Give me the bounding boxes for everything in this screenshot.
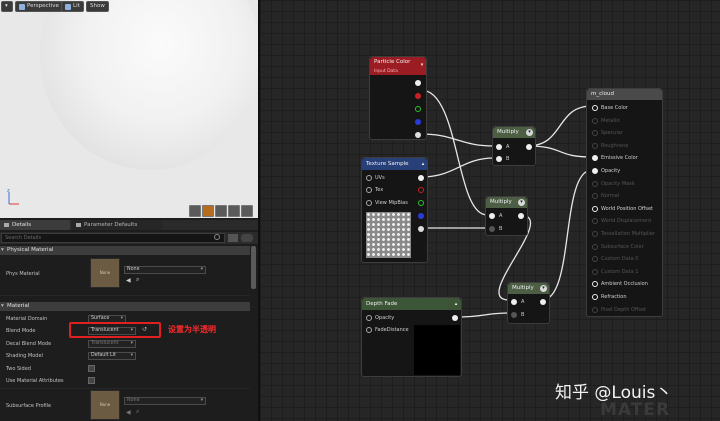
texture-preview-thumbnail xyxy=(366,212,411,258)
wire-multiply3-to-opacity xyxy=(541,169,593,301)
rgb-output-pin[interactable] xyxy=(418,175,424,181)
result-input-pin[interactable] xyxy=(592,268,598,275)
result-node-title: m_cloud xyxy=(587,89,662,100)
result-input-pin[interactable] xyxy=(592,306,598,313)
wire-texture-to-multiply1-b xyxy=(420,157,495,178)
a-label: A xyxy=(499,213,503,219)
chevron-down-icon[interactable]: ▾ xyxy=(518,199,525,206)
wire-multiply1-to-emissive xyxy=(526,145,593,158)
a-input-pin[interactable] xyxy=(511,299,517,305)
r-output-pin[interactable] xyxy=(418,187,424,193)
a-input-pin[interactable] xyxy=(496,144,502,150)
result-pin-label: Custom Data 1 xyxy=(601,268,639,275)
result-input-pin[interactable] xyxy=(592,218,598,225)
multiply-node-2[interactable]: Multiply ▾ A B xyxy=(485,196,528,236)
result-input-pin[interactable] xyxy=(592,117,598,124)
result-input-pin[interactable] xyxy=(592,294,598,300)
material-result-node[interactable]: m_cloud Base Color Metallic Specular Roughn… xyxy=(586,88,663,317)
result-pin-label: Roughness xyxy=(601,142,629,149)
b-input-pin[interactable] xyxy=(496,156,502,162)
b-label: B xyxy=(506,156,510,162)
chevron-up-icon[interactable]: ▴ xyxy=(452,300,460,308)
g-output-pin[interactable] xyxy=(415,106,421,112)
wire-multiply1-to-base-color xyxy=(526,105,593,147)
output-pin[interactable] xyxy=(526,144,532,150)
result-pin-label: World Displacement xyxy=(601,218,652,225)
result-input-pin[interactable] xyxy=(592,205,598,212)
result-pin-label: Opacity Mask xyxy=(601,180,635,187)
result-pin-label: Emissive Color xyxy=(601,155,638,162)
b-label: B xyxy=(521,312,525,318)
g-output-pin[interactable] xyxy=(418,200,424,206)
uvs-label: UVs xyxy=(375,175,385,181)
b-label: B xyxy=(499,226,503,232)
result-pin-label: Pixel Depth Offset xyxy=(601,306,646,313)
uvs-input-pin[interactable] xyxy=(366,175,372,181)
result-pin-label: Metallic xyxy=(601,117,621,124)
wire-particle-to-multiply1-a xyxy=(420,133,495,147)
alpha-output-pin[interactable] xyxy=(415,132,421,138)
result-input-pin[interactable] xyxy=(592,256,598,263)
result-input-pin[interactable] xyxy=(592,142,598,149)
texture-sample-title: Texture Sample xyxy=(362,158,427,170)
b-input-pin[interactable] xyxy=(511,312,517,318)
result-input-pin[interactable] xyxy=(592,231,598,237)
chevron-down-icon[interactable]: ▾ xyxy=(540,285,547,292)
result-pin-label: Custom Data 0 xyxy=(601,256,639,263)
result-pin-label: Normal xyxy=(601,193,620,200)
result-pin-label: Subsurface Color xyxy=(601,243,644,250)
view-mipbias-input-pin[interactable] xyxy=(366,200,372,206)
result-input-pin[interactable] xyxy=(592,168,598,174)
result-input-pin[interactable] xyxy=(592,180,598,187)
result-pin-label: Opacity xyxy=(601,168,621,174)
depth-fade-preview xyxy=(414,325,460,375)
result-input-pin[interactable] xyxy=(592,281,598,288)
chevron-down-icon[interactable]: ▾ xyxy=(526,129,533,136)
a-input-pin[interactable] xyxy=(489,213,495,219)
result-input-pin[interactable] xyxy=(592,155,598,162)
fade-distance-input-pin[interactable] xyxy=(366,327,372,333)
result-input-pin[interactable] xyxy=(592,105,598,111)
tex-label: Tex xyxy=(375,187,384,193)
fade-distance-label: FadeDistance xyxy=(375,327,409,333)
chevron-down-icon[interactable]: ▾ xyxy=(418,61,426,69)
result-pin-label: Base Color xyxy=(601,105,628,111)
background-watermark: MATER xyxy=(600,400,671,420)
result-pin-label: Refraction xyxy=(601,294,627,300)
r-output-pin[interactable] xyxy=(415,93,421,99)
multiply-node-1[interactable]: Multiply ▾ A B xyxy=(492,126,536,166)
b-input-pin[interactable] xyxy=(489,226,495,232)
texture-sample-node[interactable]: Texture Sample ▴ UVs Tex View MipBias xyxy=(361,157,428,263)
particle-color-node[interactable]: Particle Color Input Data ▾ xyxy=(369,56,427,140)
result-input-pin[interactable] xyxy=(592,130,598,137)
tex-input-pin[interactable] xyxy=(366,187,372,193)
opacity-pin-label: Opacity xyxy=(375,315,395,321)
a-output-pin[interactable] xyxy=(418,226,424,232)
result-input-pin[interactable] xyxy=(592,193,598,200)
result-input-pin[interactable] xyxy=(592,243,598,250)
chevron-up-icon[interactable]: ▴ xyxy=(419,160,427,168)
b-output-pin[interactable] xyxy=(415,119,421,125)
opacity-input-pin[interactable] xyxy=(366,315,372,321)
wire-particle-alpha-to-multiply2-a xyxy=(420,89,488,216)
a-label: A xyxy=(521,299,525,305)
depth-fade-node[interactable]: Depth Fade ▴ Opacity FadeDistance xyxy=(361,297,462,377)
wire-depthfade-to-multiply3-b xyxy=(455,312,510,318)
result-pin-label: Specular xyxy=(601,130,623,137)
depth-fade-title: Depth Fade xyxy=(362,298,461,310)
output-pin[interactable] xyxy=(518,213,524,219)
particle-color-subtitle: Input Data xyxy=(374,69,398,74)
result-pin-label: World Position Offset xyxy=(601,205,653,212)
a-label: A xyxy=(506,144,510,150)
multiply-node-3[interactable]: Multiply ▾ A B xyxy=(507,282,550,324)
output-pin[interactable] xyxy=(540,299,546,305)
rgb-output-pin[interactable] xyxy=(415,80,421,86)
result-pin-label: Ambient Occlusion xyxy=(601,281,648,288)
b-output-pin[interactable] xyxy=(418,213,424,219)
result-pin-label: Tessellation Multiplier xyxy=(601,231,655,237)
view-mipbias-label: View MipBias xyxy=(375,200,408,206)
output-pin[interactable] xyxy=(452,315,458,321)
